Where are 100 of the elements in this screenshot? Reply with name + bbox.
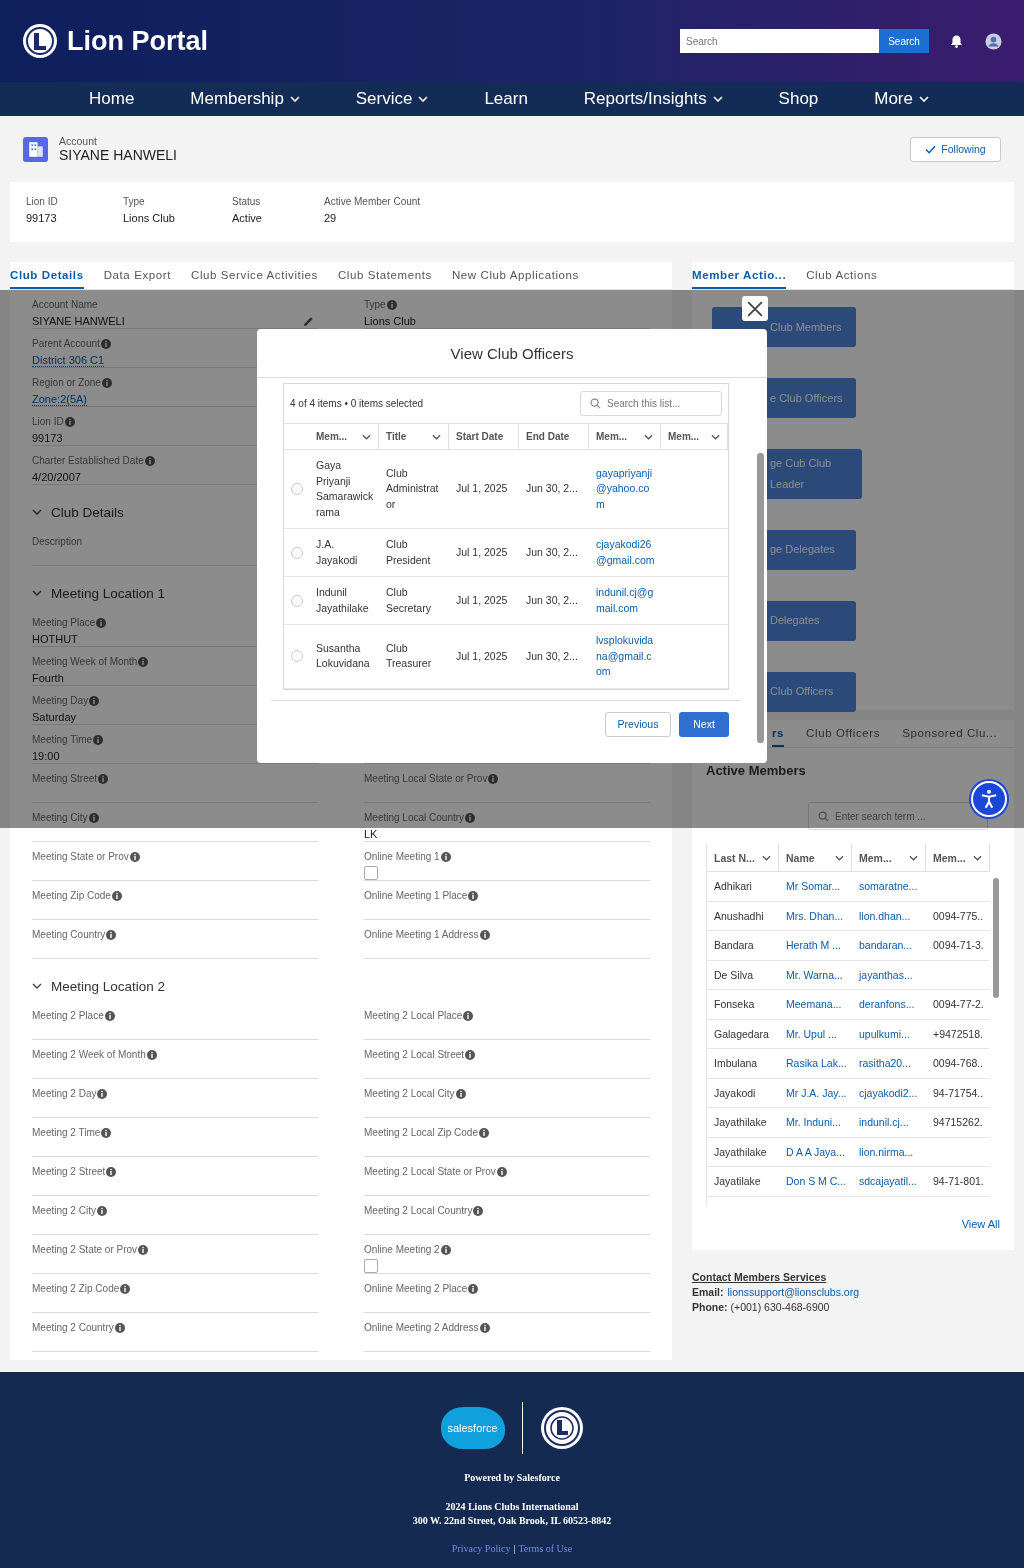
table-link[interactable]: sdcajayatil... bbox=[859, 1175, 917, 1188]
pencil-icon[interactable] bbox=[303, 315, 314, 327]
nav-item[interactable]: Learn bbox=[484, 89, 528, 109]
caret-icon[interactable] bbox=[712, 96, 723, 102]
info-icon[interactable] bbox=[468, 890, 479, 901]
table-link[interactable]: Mr J.A. Jay... bbox=[786, 1086, 847, 1099]
info-icon[interactable] bbox=[98, 773, 109, 784]
column-header[interactable]: Title bbox=[379, 424, 449, 450]
info-icon[interactable] bbox=[473, 1205, 484, 1216]
info-icon[interactable] bbox=[138, 1244, 149, 1255]
nav-item[interactable]: Service bbox=[355, 89, 429, 109]
table-link[interactable]: lion.dhan... bbox=[859, 909, 911, 922]
info-icon[interactable] bbox=[93, 734, 104, 745]
checkbox[interactable] bbox=[364, 866, 378, 880]
tab[interactable]: New Club Applications bbox=[451, 262, 579, 289]
info-icon[interactable] bbox=[144, 455, 155, 466]
search-field[interactable]: Search this list... bbox=[580, 391, 722, 416]
info-icon[interactable] bbox=[455, 1088, 466, 1099]
table-link[interactable]: bandaran... bbox=[859, 939, 913, 952]
info-icon[interactable] bbox=[64, 416, 75, 427]
chevron-icon[interactable] bbox=[32, 983, 42, 989]
nav-item[interactable]: More bbox=[874, 89, 929, 109]
table-link[interactable]: Mr. Warna... bbox=[786, 968, 843, 981]
nav-item[interactable]: Home bbox=[89, 89, 135, 109]
info-icon[interactable] bbox=[97, 1088, 108, 1099]
info-icon[interactable] bbox=[120, 1283, 131, 1294]
table-link[interactable]: rasitha20... bbox=[859, 1057, 911, 1070]
table-link[interactable]: Mr. Upul ... bbox=[786, 1027, 837, 1040]
following-button[interactable]: Following bbox=[910, 136, 1001, 162]
info-icon[interactable] bbox=[138, 656, 149, 667]
table-link[interactable]: Mr. Induni... bbox=[786, 1116, 841, 1129]
info-icon[interactable] bbox=[465, 1049, 476, 1060]
email-link[interactable]: cjayakodi26@gmail.com bbox=[596, 537, 656, 568]
table-link[interactable]: Meemana... bbox=[786, 998, 842, 1011]
table-link[interactable]: somaratne... bbox=[859, 880, 918, 893]
column-header[interactable]: Mem... bbox=[852, 844, 926, 872]
footer-link[interactable]: Terms of Use bbox=[518, 1543, 573, 1554]
table-link[interactable]: indunil.cj... bbox=[859, 1116, 909, 1129]
email-link[interactable]: lionssupport@lionsclubs.org bbox=[727, 1286, 859, 1298]
email-link[interactable]: indunil.cj@gmail.com bbox=[596, 585, 656, 616]
chevron-icon[interactable] bbox=[973, 854, 982, 861]
column-header[interactable]: Mem... bbox=[589, 424, 661, 450]
table-link[interactable]: jayanthas... bbox=[859, 968, 913, 981]
table-link[interactable]: upulkumi... bbox=[859, 1027, 910, 1040]
bell-icon[interactable] bbox=[949, 33, 964, 49]
info-icon[interactable] bbox=[101, 1127, 112, 1138]
tab[interactable]: Sponsored Clu... bbox=[902, 720, 998, 747]
close-button[interactable] bbox=[742, 296, 768, 321]
info-icon[interactable] bbox=[100, 338, 111, 349]
tab[interactable]: Member Actio... bbox=[692, 262, 787, 289]
chevron-icon[interactable] bbox=[909, 854, 918, 861]
column-header[interactable]: Start Date bbox=[449, 424, 519, 450]
chevron-icon[interactable] bbox=[835, 854, 844, 861]
table-link[interactable]: Herath M ... bbox=[786, 939, 841, 952]
caret-icon[interactable] bbox=[919, 96, 929, 102]
email-link[interactable]: gayapriyanji@yahoo.com bbox=[596, 465, 656, 513]
column-header[interactable]: Last N... bbox=[707, 844, 779, 872]
nav-item[interactable]: Reports/Insights bbox=[583, 89, 723, 109]
nav-item[interactable]: Shop bbox=[778, 89, 819, 109]
search-button[interactable]: Search bbox=[879, 29, 929, 53]
column-header[interactable]: Mem... bbox=[661, 424, 728, 450]
info-icon[interactable] bbox=[96, 617, 107, 628]
table-link[interactable]: cjayakodi2... bbox=[859, 1086, 918, 1099]
info-icon[interactable] bbox=[101, 377, 112, 388]
tab[interactable]: Club Service Activities bbox=[191, 262, 318, 289]
tab[interactable]: Data Export bbox=[103, 262, 171, 289]
info-icon[interactable] bbox=[106, 929, 117, 940]
email-link[interactable]: lvsplokuvidana@gmail.com bbox=[596, 633, 656, 680]
nav-item[interactable]: Membership bbox=[190, 89, 300, 109]
table-link[interactable]: deranfons... bbox=[859, 998, 915, 1011]
chevron-icon[interactable] bbox=[362, 433, 371, 440]
info-icon[interactable] bbox=[89, 695, 100, 706]
caret-icon[interactable] bbox=[418, 96, 429, 102]
info-icon[interactable] bbox=[96, 1205, 107, 1216]
view-all-link[interactable]: View All bbox=[706, 1218, 1000, 1230]
table-link[interactable]: Mr Somar... bbox=[786, 880, 841, 893]
tab[interactable]: Club Officers bbox=[806, 720, 881, 747]
column-header[interactable]: Name bbox=[779, 844, 852, 872]
tab[interactable]: Club Actions bbox=[806, 262, 878, 289]
caret-icon[interactable] bbox=[289, 96, 300, 102]
chevron-icon[interactable] bbox=[711, 433, 720, 440]
checkbox[interactable] bbox=[364, 1259, 378, 1273]
field-link[interactable]: District 306 C1 bbox=[32, 353, 105, 367]
info-icon[interactable] bbox=[496, 1166, 507, 1177]
previous-button[interactable]: Previous bbox=[605, 711, 671, 737]
info-icon[interactable] bbox=[88, 812, 99, 823]
table-link[interactable]: D A A Jaya... bbox=[786, 1145, 845, 1158]
column-header[interactable]: End Date bbox=[519, 424, 589, 450]
tab[interactable]: Club Statements bbox=[337, 262, 432, 289]
chevron-icon[interactable] bbox=[432, 433, 441, 440]
info-icon[interactable] bbox=[111, 890, 122, 901]
tab[interactable]: rs bbox=[772, 720, 785, 747]
section-title[interactable]: Club Details bbox=[51, 504, 124, 520]
info-icon[interactable] bbox=[478, 1127, 489, 1138]
table-link[interactable]: Mrs. Dhan... bbox=[786, 909, 844, 922]
info-icon[interactable] bbox=[146, 1049, 157, 1060]
footer-link[interactable]: Privacy Policy bbox=[451, 1543, 511, 1554]
chevron-icon[interactable] bbox=[32, 590, 42, 596]
info-icon[interactable] bbox=[440, 1244, 451, 1255]
accessibility-icon[interactable] bbox=[971, 781, 1007, 817]
